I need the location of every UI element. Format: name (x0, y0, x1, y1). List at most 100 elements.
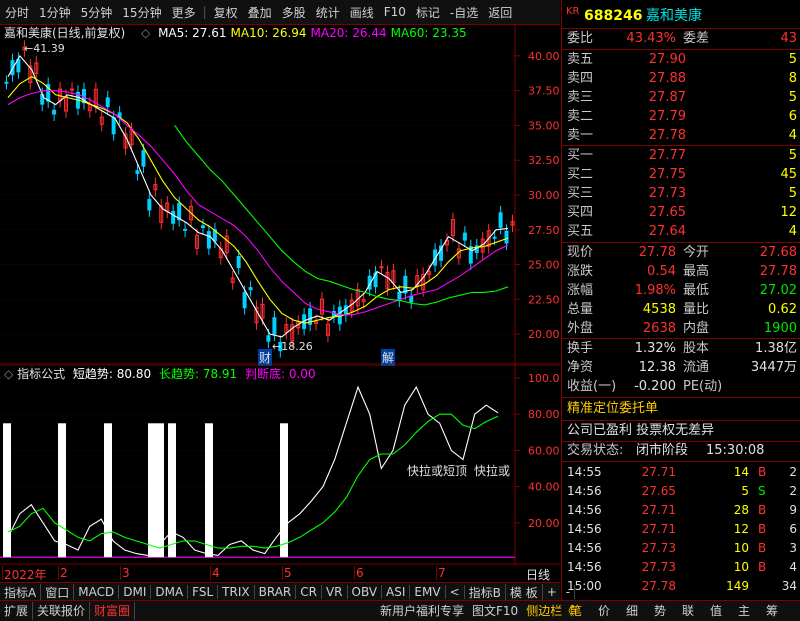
toolbar-item[interactable]: 更多 (167, 4, 201, 21)
toolbar-item[interactable]: 画线 (345, 4, 379, 21)
indicator-tab[interactable]: VR (322, 585, 348, 599)
candle-body (105, 97, 110, 108)
order-book-row[interactable]: 卖四 27.88 8 (562, 70, 800, 88)
collapse-icon[interactable]: ◇ (4, 367, 13, 381)
bottom-signal-bar (156, 423, 164, 558)
indicator-tab[interactable]: 窗口 (41, 583, 75, 601)
order-book-row[interactable]: 买一 27.77 5 (562, 147, 800, 165)
toolbar-item[interactable]: 叠加 (243, 4, 277, 21)
order-book-row[interactable]: 卖二 27.79 6 (562, 108, 800, 126)
kline-chart[interactable]: 40.00 37.50 35.00 32.50 30.00 27.50 25.00 22.50… (0, 25, 560, 365)
toolbar-item[interactable]: 5分钟 (76, 4, 118, 21)
price-tick-label: 37.50 (528, 85, 560, 98)
stock-code[interactable]: 688246 (584, 6, 642, 26)
high-price-value: 41.39 (33, 42, 65, 55)
order-book-row[interactable]: 买四 27.65 12 (562, 204, 800, 222)
toolbar-item[interactable]: 多股 (277, 4, 311, 21)
toolbar-item[interactable]: 15分钟 (117, 4, 166, 21)
indicator-tab[interactable]: ASI (382, 585, 411, 599)
settings-icon[interactable]: ◇ (141, 26, 150, 40)
bottom-left-tab[interactable]: 关联报价 (33, 602, 91, 620)
quote-stat-row: 涨幅 1.98% 最低 27.02 (562, 282, 800, 300)
stat-value: 2638 (642, 321, 676, 336)
bottom-right-tab[interactable]: 联 (674, 602, 702, 620)
indicator-tab[interactable]: DMI (119, 585, 152, 599)
toolbar-item[interactable]: -自选 (445, 4, 483, 21)
main-chart-header: 嘉和美康(日线,前复权) ◇ MA5: 27.61 MA10: 26.94 MA20… (4, 25, 467, 41)
price-tick-label: 25.00 (528, 259, 560, 272)
order-book-row[interactable]: 卖一 27.78 4 (562, 127, 800, 145)
stock-name[interactable]: 嘉和美康 (646, 6, 702, 26)
indicator-tab[interactable]: FSL (188, 585, 219, 599)
order-book-row[interactable]: 卖三 27.87 5 (562, 89, 800, 107)
stat-label: 换手 (567, 341, 594, 356)
toolbar-item[interactable]: 标记 (411, 4, 445, 21)
order-book-row[interactable]: 买二 27.75 45 (562, 166, 800, 184)
tick-time: 15:00 (567, 579, 602, 593)
stat-value: 4538 (642, 302, 676, 317)
indicator-tab[interactable]: 指标B (465, 583, 506, 601)
indicator-title[interactable]: 指标公式 (17, 367, 65, 381)
price-tick-label: 30.00 (528, 189, 560, 202)
indicator-tab[interactable]: BRAR (255, 585, 297, 599)
indicator-tab[interactable]: 模 板 (506, 583, 543, 601)
tick-time: 14:56 (567, 484, 602, 498)
candle-body (462, 232, 467, 241)
precise-order-link[interactable]: 精准定位委托单 (562, 400, 800, 418)
stat-value: 0.62 (768, 302, 797, 317)
indicator-tab[interactable]: TRIX (218, 585, 255, 599)
indicator-tab[interactable]: + (543, 585, 562, 599)
period-label[interactable]: 日线 (526, 566, 550, 583)
trade-status-time: 15:30:08 (706, 443, 765, 458)
quote-stat-row: 外盘 2638 内盘 1900 (562, 320, 800, 338)
x-axis: 2022年 2 3 4 5 6 7 日线 (0, 566, 560, 582)
indicator-tab[interactable]: DMA (151, 585, 189, 599)
earnings-marker[interactable]: 财 (258, 349, 273, 366)
order-level-label: 卖一 (567, 128, 594, 143)
order-book-row[interactable]: 买三 27.73 5 (562, 185, 800, 203)
toolbar-item[interactable]: 分时 (0, 4, 34, 21)
weibi-value: 43.43% (626, 31, 676, 46)
tick-count: 34 (781, 579, 797, 593)
indicator-tab[interactable]: < (446, 585, 465, 599)
toolbar-item[interactable]: 统计 (311, 4, 345, 21)
bottom-right-tab[interactable]: 价 (590, 602, 618, 620)
toolbar-item[interactable]: 返回 (483, 4, 517, 21)
toolbar-item[interactable]: 1分钟 (34, 4, 76, 21)
candle-body (183, 228, 188, 231)
tick-price: 27.71 (641, 522, 676, 536)
bottom-right-tab[interactable]: 笔 (562, 602, 590, 620)
indicator-tab[interactable]: EMV (410, 585, 446, 599)
order-book-row[interactable]: 买五 27.64 4 (562, 223, 800, 241)
bottom-mid-tab[interactable]: 新用户福利专享 (376, 602, 468, 620)
bottom-right-tab[interactable]: 细 (618, 602, 646, 620)
order-level-label: 卖二 (567, 109, 594, 124)
bottom-left-tab[interactable]: 财富圈 (90, 602, 136, 620)
stat-value: 27.78 (759, 264, 797, 279)
bottom-signal-bar (205, 423, 213, 558)
toolbar-item[interactable]: F10 (379, 5, 411, 19)
short-trend-value: 短趋势: 80.80 (72, 367, 152, 381)
quote-stat-row: 收益(一) -0.200 PE(动) (562, 378, 800, 396)
bottom-left-tab[interactable]: 扩展 (0, 602, 34, 620)
bottom-right-tab[interactable]: 势 (646, 602, 674, 620)
tick-row: 14:56 27.73 10 B 3 (562, 539, 800, 557)
indicator-tick-label: 40.00 (528, 481, 560, 494)
indicator-tab[interactable]: CR (296, 585, 322, 599)
bottom-mid-tab[interactable]: 图文F10 (468, 602, 522, 620)
order-book-row[interactable]: 卖五 27.90 5 (562, 51, 800, 69)
trade-status-value: 闭市阶段 (636, 443, 689, 458)
indicator-tab[interactable]: OBV (348, 585, 383, 599)
bottom-right-tab[interactable]: 值 (702, 602, 730, 620)
precise-order-label[interactable]: 精准定位委托单 (567, 400, 658, 418)
indicator-tab[interactable]: 指标A (0, 583, 42, 601)
candle-body (242, 292, 247, 309)
unlock-marker[interactable]: 解 (381, 349, 396, 366)
indicator-tab[interactable]: MACD (74, 585, 120, 599)
bottom-right-tab[interactable]: 主 (730, 602, 758, 620)
x-axis-label: 5 (284, 566, 292, 580)
x-axis-label: 3 (122, 566, 130, 580)
toolbar-item[interactable]: 复权 (209, 4, 243, 21)
order-volume: 5 (788, 52, 797, 67)
bottom-right-tab[interactable]: 筹 (758, 602, 786, 620)
